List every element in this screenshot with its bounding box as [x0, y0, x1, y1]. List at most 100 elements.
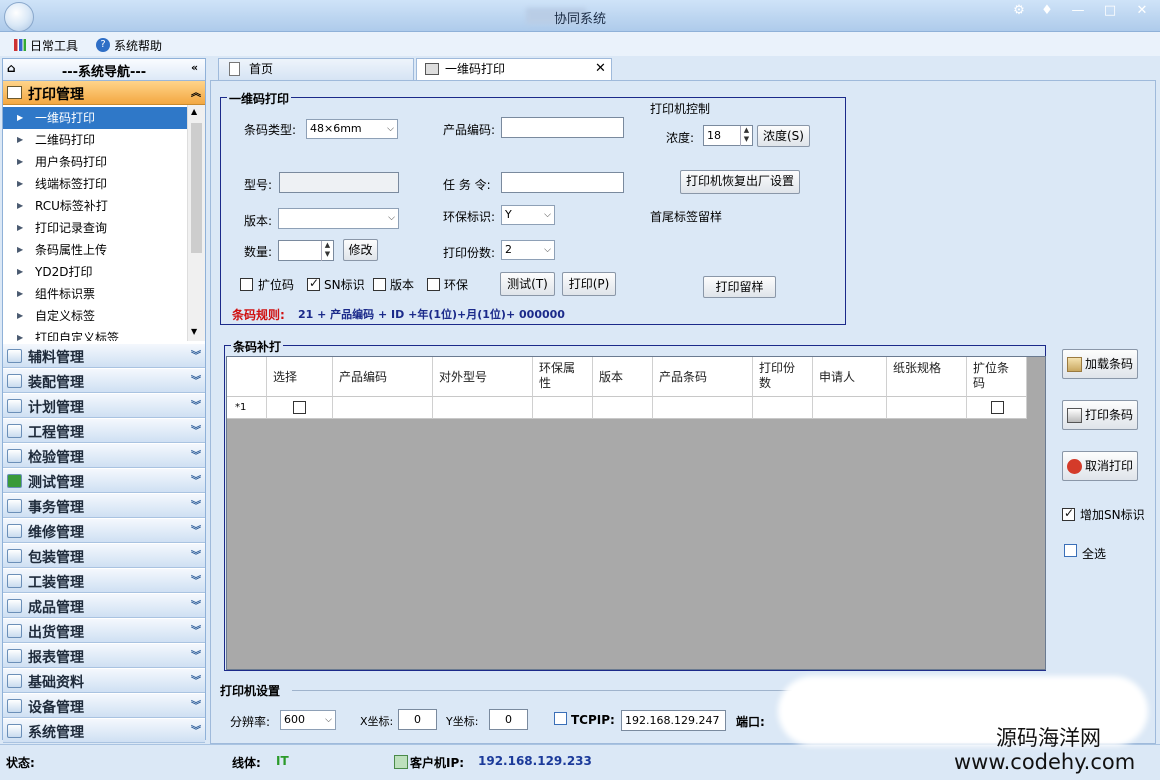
eco-select[interactable]: Y ⌵: [501, 205, 555, 225]
nav-group-basic-data[interactable]: 基础资料 ︾: [3, 669, 205, 693]
quantity-stepper[interactable]: ▲ ▼: [278, 240, 334, 261]
col-select[interactable]: 选择: [267, 357, 333, 397]
eco-checkbox[interactable]: [427, 278, 440, 291]
sidebar-item-1d-print[interactable]: ▶ 一维码打印: [3, 107, 187, 129]
barcode-type-select[interactable]: 48×6mm ⌵: [306, 119, 398, 139]
menu-system-help[interactable]: ? 系统帮助: [96, 36, 162, 54]
cancel-print-button[interactable]: 取消打印: [1062, 451, 1138, 481]
cell[interactable]: [753, 397, 813, 419]
nav-group-print[interactable]: 打印管理 ︽: [3, 81, 205, 105]
menu-daily-tools[interactable]: 日常工具: [14, 36, 78, 54]
col-product-barcode[interactable]: 产品条码: [653, 357, 753, 397]
tcpip-checkbox[interactable]: [554, 712, 567, 725]
scroll-thumb[interactable]: [191, 123, 202, 253]
sn-checkbox[interactable]: [307, 276, 320, 291]
group-title: 条码补打: [231, 338, 284, 355]
chevron-up-icon: ︽: [191, 88, 201, 99]
col-copies[interactable]: 打印份数: [753, 357, 813, 397]
nav-scrollbar[interactable]: ▲ ▼: [187, 105, 205, 341]
close-icon[interactable]: ✕: [1130, 2, 1154, 20]
row-select-checkbox[interactable]: [293, 401, 306, 414]
nav-group-equipment[interactable]: 设备管理 ︾: [3, 694, 205, 718]
copies-select[interactable]: 2 ⌵: [501, 240, 555, 260]
maximize-icon[interactable]: □: [1098, 2, 1122, 20]
row-ext-checkbox[interactable]: [991, 401, 1004, 414]
nav-group-test[interactable]: 测试管理 ︾: [3, 469, 205, 493]
nav-group-inspection[interactable]: 检验管理 ︾: [3, 444, 205, 468]
version-select[interactable]: ⌵: [278, 208, 399, 229]
nav-group-finished[interactable]: 成品管理 ︾: [3, 594, 205, 618]
shirt-icon[interactable]: ♦: [1036, 2, 1058, 20]
col-applicant[interactable]: 申请人: [813, 357, 887, 397]
ext-code-checkbox[interactable]: [240, 278, 253, 291]
task-order-input[interactable]: [501, 172, 624, 193]
resolution-select[interactable]: 600 ⌵: [280, 710, 336, 730]
collapse-icon[interactable]: «: [191, 61, 198, 74]
cell-select[interactable]: [267, 397, 333, 419]
load-barcode-button[interactable]: 加载条码: [1062, 349, 1138, 379]
nav-group-repair[interactable]: 维修管理 ︾: [3, 519, 205, 543]
version-checkbox[interactable]: [373, 278, 386, 291]
nav-group-engineering[interactable]: 工程管理 ︾: [3, 419, 205, 443]
col-paper-spec[interactable]: 纸张规格: [887, 357, 967, 397]
col-ext-barcode[interactable]: 扩位条码: [967, 357, 1027, 397]
sidebar-item-yd2d[interactable]: ▶ YD2D打印: [3, 261, 187, 283]
col-eco-attr[interactable]: 环保属性: [533, 357, 593, 397]
cell[interactable]: [333, 397, 433, 419]
sidebar-item-attr-upload[interactable]: ▶ 条码属性上传: [3, 239, 187, 261]
density-stepper[interactable]: 18 ▲ ▼: [703, 125, 753, 146]
nav-group-report[interactable]: 报表管理 ︾: [3, 644, 205, 668]
sidebar-item-component-ticket[interactable]: ▶ 组件标识票: [3, 283, 187, 305]
sidebar-item-print-custom-label[interactable]: ▶ 打印自定义标签: [3, 327, 187, 341]
nav-group-system[interactable]: 系统管理 ︾: [3, 719, 205, 743]
nav-group-tooling[interactable]: 工装管理 ︾: [3, 569, 205, 593]
product-code-input[interactable]: [501, 117, 624, 138]
nav-group-affairs[interactable]: 事务管理 ︾: [3, 494, 205, 518]
col-product-code[interactable]: 产品编码: [333, 357, 433, 397]
add-sn-checkbox[interactable]: [1062, 506, 1075, 521]
nav-group-aux[interactable]: 辅料管理 ︾: [3, 344, 205, 368]
cell[interactable]: [593, 397, 653, 419]
restore-factory-button[interactable]: 打印机恢复出厂设置: [680, 170, 800, 194]
model-input[interactable]: [279, 172, 399, 193]
nav-group-packing[interactable]: 包装管理 ︾: [3, 544, 205, 568]
gear-icon[interactable]: ⚙: [1008, 2, 1030, 20]
sidebar-item-user-barcode[interactable]: ▶ 用户条码打印: [3, 151, 187, 173]
sidebar-item-2d-print[interactable]: ▶ 二维码打印: [3, 129, 187, 151]
cell[interactable]: [887, 397, 967, 419]
select-all-checkbox[interactable]: [1064, 544, 1077, 557]
printer-icon: [7, 86, 22, 99]
close-icon[interactable]: ✕: [595, 59, 606, 79]
density-button[interactable]: 浓度(S): [757, 125, 810, 147]
sidebar-item-wire-label[interactable]: ▶ 线端标签打印: [3, 173, 187, 195]
cell[interactable]: [813, 397, 887, 419]
table-row[interactable]: *1: [227, 397, 1027, 419]
tab-home[interactable]: 首页: [218, 58, 414, 80]
sidebar-item-custom-label[interactable]: ▶ 自定义标签: [3, 305, 187, 327]
nav-group-shipping[interactable]: 出货管理 ︾: [3, 619, 205, 643]
modify-button[interactable]: 修改: [343, 239, 378, 261]
nav-group-plan[interactable]: 计划管理 ︾: [3, 394, 205, 418]
cell[interactable]: [533, 397, 593, 419]
col-version[interactable]: 版本: [593, 357, 653, 397]
cell[interactable]: [653, 397, 753, 419]
scroll-up-icon[interactable]: ▲: [191, 107, 197, 116]
ip-input[interactable]: 192.168.129.247: [621, 710, 726, 731]
sidebar-item-rcu-reprint[interactable]: ▶ RCU标签补打: [3, 195, 187, 217]
col-external-model[interactable]: 对外型号: [433, 357, 533, 397]
stepper-arrows-icon[interactable]: ▲ ▼: [321, 241, 333, 261]
scroll-down-icon[interactable]: ▼: [191, 327, 197, 336]
sidebar-item-print-log[interactable]: ▶ 打印记录查询: [3, 217, 187, 239]
test-button[interactable]: 测试(T): [500, 272, 555, 296]
minimize-icon[interactable]: —: [1066, 2, 1090, 20]
y-coord-input[interactable]: 0: [489, 709, 528, 730]
nav-group-assembly[interactable]: 装配管理 ︾: [3, 369, 205, 393]
print-sample-button[interactable]: 打印留样: [703, 276, 776, 298]
print-button[interactable]: 打印(P): [562, 272, 616, 296]
print-barcode-button[interactable]: 打印条码: [1062, 400, 1138, 430]
stepper-arrows-icon[interactable]: ▲ ▼: [740, 126, 752, 146]
x-coord-input[interactable]: 0: [398, 709, 437, 730]
tab-1d-print[interactable]: 一维码打印 ✕: [416, 58, 612, 80]
cell[interactable]: [433, 397, 533, 419]
cell-ext-barcode[interactable]: [967, 397, 1027, 419]
